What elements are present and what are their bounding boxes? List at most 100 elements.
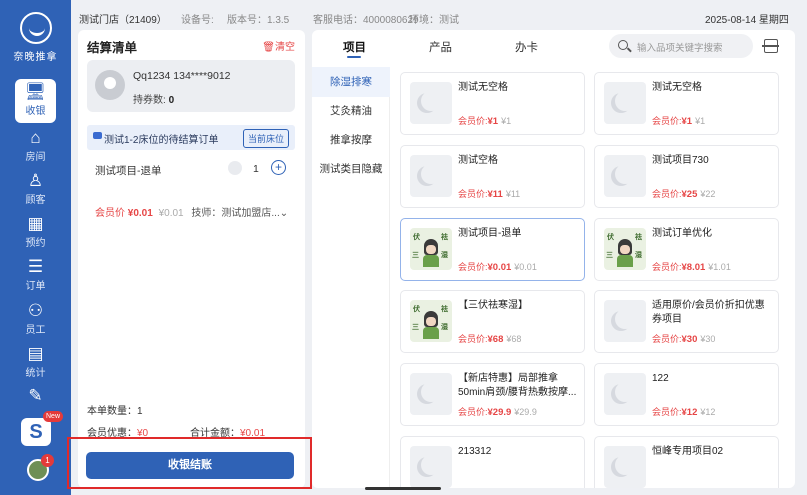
version-label: 版本号：1.3.5: [227, 15, 290, 26]
nav-item[interactable]: ▦ 预约: [0, 211, 71, 253]
current-bed-button[interactable]: 当前床位: [242, 129, 289, 148]
product-price-row: 会员价:¥8.01 ¥1.01: [652, 260, 731, 273]
top-status-bar: 测试门店（21409） 设备号: 版本号：1.3.5 客服电话：40000806…: [71, 0, 807, 30]
clear-button[interactable]: 🗑清空: [262, 38, 295, 53]
new-badge: New: [43, 411, 64, 422]
monitor-icon: 🖥: [24, 82, 47, 101]
search-input[interactable]: 输入品项关键字搜索: [609, 34, 753, 58]
category-item[interactable]: 测试类目隐藏: [312, 154, 390, 184]
brand-logo: 奈晚推拿: [0, 12, 71, 63]
member-price-label: 会员价:: [652, 116, 682, 126]
product-price-row: 会员价:¥1 ¥1: [458, 114, 511, 127]
member-coupons: 持券数: 0: [133, 91, 174, 106]
quantity-plus-button[interactable]: +: [271, 160, 286, 175]
category-item[interactable]: 除湿排寒: [312, 67, 390, 97]
nav-item[interactable]: ⌂ 房间: [0, 125, 71, 167]
product-card[interactable]: 伏祛三湿测试订单优化 会员价:¥8.01 ¥1.01: [594, 218, 779, 281]
nav-item[interactable]: ▤ 统计: [0, 341, 71, 383]
product-card[interactable]: 测试空格 会员价:¥11 ¥11: [400, 145, 585, 208]
technician-name: 技师：测试加盟店...: [191, 208, 280, 219]
nav-item[interactable]: ☰ 订单: [0, 254, 71, 296]
product-name: 恒峰专用项目02: [652, 446, 724, 457]
product-card[interactable]: 测试项目730 会员价:¥25 ¥22: [594, 145, 779, 208]
product-name: 测试无空格: [458, 82, 508, 93]
staff-icon: ⚇: [27, 301, 44, 320]
product-name: 【新店特惠】局部推拿50min肩颈/腰背热敷按摩...: [458, 373, 577, 398]
pending-order-title: 测试1-2床位的待结算订单: [104, 135, 219, 146]
checkout-list-title: 结算清单: [87, 41, 138, 55]
brand-mark-icon: [19, 12, 52, 44]
member-price-label: 会员价:: [458, 189, 488, 199]
category-list: 除湿排寒 艾灸精油 推拿按摩 测试类目隐藏: [312, 67, 390, 488]
nav-item-label: 统计: [25, 368, 46, 379]
product-name: 测试空格: [458, 155, 498, 166]
member-name: Qq1234 134****9012: [133, 70, 231, 82]
member-price-value: ¥0.01: [127, 208, 153, 219]
quantity-value: 1: [253, 163, 259, 175]
nav-item-label: 房间: [25, 152, 46, 163]
product-card[interactable]: 122 会员价:¥12 ¥12: [594, 363, 779, 426]
category-item[interactable]: 艾灸精油: [312, 96, 390, 126]
original-price: ¥11: [505, 189, 521, 199]
quantity-minus-button[interactable]: [228, 161, 242, 175]
checkout-list-panel: 结算清单 🗑清空 Qq1234 134****9012 持券数: 0 测试1-2…: [78, 30, 305, 488]
member-price-label: 会员价: [95, 208, 125, 219]
member-price-value: ¥11: [487, 189, 503, 200]
product-card[interactable]: 恒峰专用项目02: [594, 436, 779, 488]
home-icon: ⌂: [30, 128, 41, 147]
order-count: 本单数量：1: [87, 402, 143, 417]
s-app-icon[interactable]: S: [21, 418, 51, 446]
home-indicator: [365, 487, 441, 490]
product-card[interactable]: 213312: [400, 436, 585, 488]
product-illustration: 伏祛三湿: [410, 228, 452, 270]
member-price-value: ¥1: [487, 116, 499, 127]
nav-item-label: 收银: [25, 106, 46, 117]
member-price-value: ¥25: [681, 189, 698, 200]
scan-icon[interactable]: [762, 39, 779, 53]
product-card[interactable]: 测试无空格 会员价:¥1 ¥1: [594, 72, 779, 135]
environment-label: 环境：测试: [409, 15, 459, 26]
coupon-count: 0: [168, 95, 175, 106]
product-card[interactable]: 伏祛三湿测试项目-退单 会员价:¥0.01 ¥0.01: [400, 218, 585, 281]
product-name: 测试项目730: [652, 155, 709, 166]
category-item[interactable]: 推拿按摩: [312, 125, 390, 155]
product-price-row: 会员价:¥0.01 ¥0.01: [458, 260, 537, 273]
member-card[interactable]: Qq1234 134****9012 持券数: 0: [87, 60, 295, 112]
nav-item[interactable]: ⚇ 员工: [0, 298, 71, 340]
member-price-label: 会员价:: [652, 262, 682, 272]
tab-items[interactable]: 项目: [343, 39, 366, 55]
product-card[interactable]: 测试无空格会员价:¥1 ¥1: [400, 72, 585, 135]
product-illustration: 伏祛三湿: [604, 228, 646, 270]
moon-logo-icon: [410, 82, 452, 124]
pending-order-header: 测试1-2床位的待结算订单 当前床位: [87, 125, 295, 150]
device-label: 设备号:: [181, 15, 214, 26]
product-card[interactable]: 伏祛三湿【三伏祛寒湿】 会员价:¥68 ¥68: [400, 290, 585, 353]
member-price-value: ¥12: [681, 407, 698, 418]
trash-icon: 🗑: [262, 42, 275, 53]
checkout-button[interactable]: 收银结账: [86, 452, 294, 479]
nav-item[interactable]: ♙ 顾客: [0, 168, 71, 210]
nav-item-label: 订单: [25, 281, 46, 292]
tab-products[interactable]: 产品: [429, 39, 452, 55]
member-avatar-icon: [95, 70, 125, 100]
product-name: 适用原价/会员价折扣优惠券项目: [652, 300, 765, 325]
order-count-value: 1: [137, 406, 143, 417]
tab-cards[interactable]: 办卡: [515, 39, 538, 55]
store-name: 测试门店（21409）: [79, 15, 167, 26]
user-icon: ♙: [27, 171, 44, 190]
current-date: 2025-08-14 星期四: [705, 15, 789, 26]
order-icon: ☰: [27, 257, 44, 276]
active-tab-indicator: [347, 56, 361, 58]
product-card[interactable]: 适用原价/会员价折扣优惠券项目 会员价:¥30 ¥30: [594, 290, 779, 353]
product-price-row: 会员价:¥12 ¥12: [652, 405, 715, 418]
member-price-label: 会员价:: [458, 116, 488, 126]
product-card[interactable]: 【新店特惠】局部推拿50min肩颈/腰背热敷按摩... 会员价:¥29.9 ¥29.…: [400, 363, 585, 426]
nav-item[interactable]: 🖥 收银: [15, 79, 56, 123]
nav-item-label: 顾客: [25, 195, 46, 206]
product-name: 【三伏祛寒湿】: [458, 300, 528, 311]
product-illustration: 伏祛三湿: [410, 300, 452, 342]
moon-logo-icon: [410, 373, 452, 415]
member-price-label: 会员价:: [652, 407, 682, 417]
member-price-value: ¥1: [681, 116, 693, 127]
technician-select[interactable]: 技师：测试加盟店...⌄: [191, 208, 288, 219]
